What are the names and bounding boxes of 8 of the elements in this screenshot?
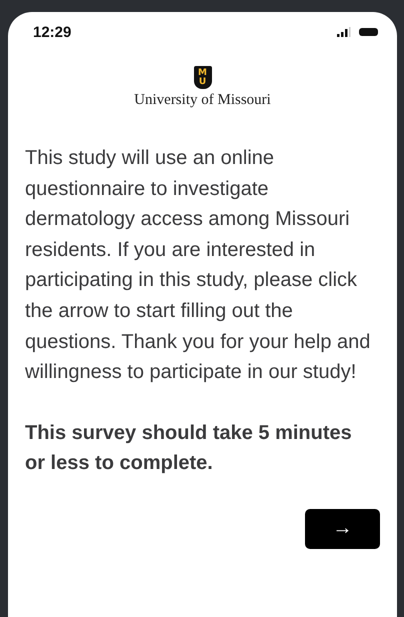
logo-mark: M U [194, 66, 212, 89]
battery-icon [359, 28, 378, 36]
duration-note: This survey should take 5 minutes or less to complete. [25, 420, 353, 476]
university-name: University of Missouri [134, 92, 271, 109]
next-button[interactable]: → [305, 508, 380, 549]
intro-text: This study will use an online questionnaire to investigate dermatology access among Missouri residents. If you are interested in participating in this study, please click the arrow to start filling out the questions. Thank you for your help and willingness to participate in our study! [25, 146, 372, 386]
status-time: 12:29 [33, 24, 72, 40]
signal-icon [337, 27, 351, 37]
